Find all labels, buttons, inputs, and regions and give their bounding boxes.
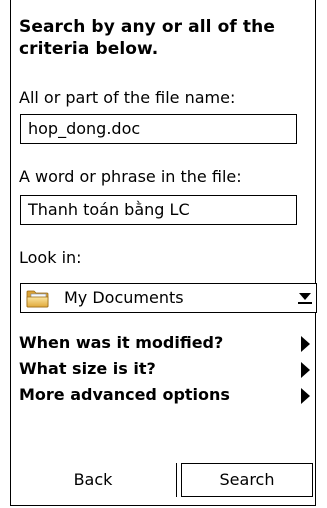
folder-icon	[26, 290, 49, 308]
back-button[interactable]: Back	[12, 463, 174, 497]
option-advanced[interactable]: More advanced options	[19, 382, 319, 408]
option-size[interactable]: What size is it?	[19, 356, 319, 382]
dropdown-button[interactable]	[292, 284, 316, 312]
option-size-label: What size is it?	[19, 359, 156, 378]
look-in-label: Look in:	[19, 248, 82, 267]
search-button[interactable]: Search	[181, 463, 313, 497]
arrow-right-icon	[301, 362, 310, 378]
option-advanced-label: More advanced options	[19, 385, 230, 404]
file-name-input[interactable]: hop_dong.doc	[20, 114, 297, 144]
option-modified[interactable]: When was it modified?	[19, 330, 319, 356]
arrow-right-icon	[301, 336, 310, 352]
button-divider	[176, 463, 177, 497]
chevron-down-icon	[299, 293, 311, 300]
look-in-dropdown[interactable]: My Documents	[20, 283, 317, 313]
look-in-value: My Documents	[64, 288, 184, 307]
search-heading: Search by any or all of the criteria bel…	[19, 17, 275, 59]
file-name-label: All or part of the file name:	[19, 88, 236, 107]
option-modified-label: When was it modified?	[19, 333, 224, 352]
phrase-input[interactable]: Thanh toán bằng LC	[20, 195, 297, 225]
phrase-label: A word or phrase in the file:	[19, 167, 242, 186]
arrow-right-icon	[301, 388, 310, 404]
